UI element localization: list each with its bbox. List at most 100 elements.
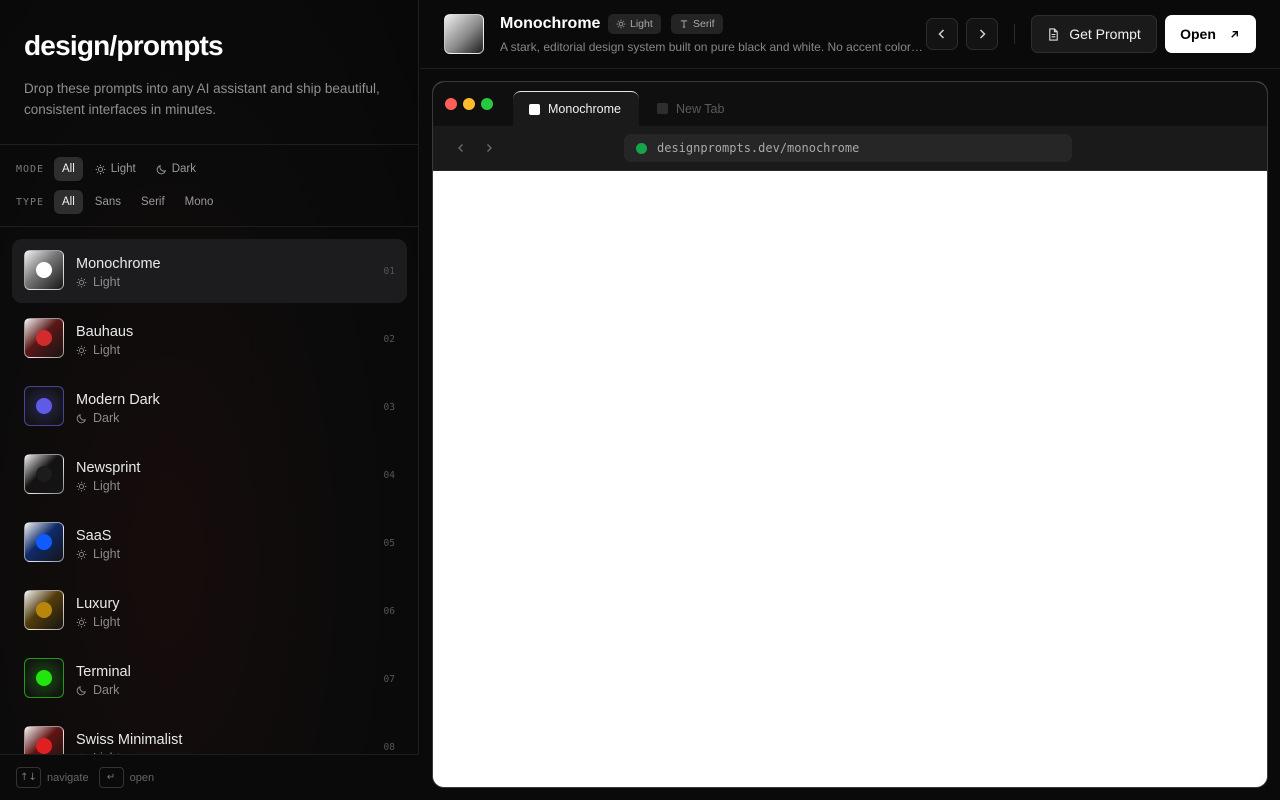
theme-mode: Dark bbox=[76, 683, 119, 697]
sun-icon bbox=[76, 549, 87, 559]
theme-list-item[interactable]: SaaS Light 05 bbox=[12, 511, 407, 575]
theme-mode: Light bbox=[76, 615, 120, 629]
theme-swatch bbox=[24, 590, 64, 630]
brand-title: design/prompts bbox=[24, 30, 224, 61]
theme-name: Swiss Minimalist bbox=[76, 732, 183, 748]
theme-list-item[interactable]: Bauhaus Light 02 bbox=[12, 307, 407, 371]
accent-dot bbox=[36, 262, 52, 278]
browser-back-button[interactable] bbox=[453, 140, 469, 156]
sun-icon bbox=[76, 617, 87, 627]
theme-swatch bbox=[444, 14, 484, 54]
theme-list-item[interactable]: Newsprint Light 04 bbox=[12, 443, 407, 507]
mode-filter: MODE All Light Dark bbox=[16, 157, 204, 181]
divider bbox=[0, 226, 419, 227]
accent-dot bbox=[36, 670, 52, 686]
theme-mode: Light bbox=[76, 343, 120, 357]
theme-number: 02 bbox=[383, 334, 395, 345]
get-prompt-button[interactable]: Get Prompt bbox=[1031, 15, 1157, 53]
type-chip-serif[interactable]: Serif bbox=[133, 190, 173, 214]
mode-chip-light[interactable]: Light bbox=[87, 157, 144, 181]
theme-swatch bbox=[24, 386, 64, 426]
chevron-left-icon bbox=[458, 144, 463, 152]
theme-description: A stark, editorial design system built o… bbox=[500, 40, 924, 54]
theme-name: Monochrome bbox=[76, 256, 161, 272]
theme-list-item[interactable]: Modern Dark Dark 03 bbox=[12, 375, 407, 439]
theme-number: 03 bbox=[383, 402, 395, 413]
theme-list-item[interactable]: Terminal Dark 07 bbox=[12, 647, 407, 711]
tab-favicon bbox=[657, 103, 668, 114]
chevron-right-icon bbox=[487, 144, 492, 152]
browser-preview: Monochrome New Tab designprompts.dev/mon… bbox=[432, 81, 1268, 788]
theme-mode: Light bbox=[76, 479, 120, 493]
minimize-window-button[interactable] bbox=[463, 98, 475, 110]
accent-dot bbox=[36, 398, 52, 414]
theme-name: Luxury bbox=[76, 596, 120, 612]
sun-icon bbox=[95, 164, 106, 174]
mode-badge: Light bbox=[608, 14, 661, 34]
theme-number: 05 bbox=[383, 538, 395, 549]
moon-icon bbox=[76, 685, 87, 695]
theme-swatch bbox=[24, 250, 64, 290]
theme-mode: Light bbox=[76, 547, 120, 561]
type-chip-mono[interactable]: Mono bbox=[177, 190, 222, 214]
theme-name: Terminal bbox=[76, 664, 131, 680]
theme-name: Bauhaus bbox=[76, 324, 134, 340]
next-theme-button[interactable] bbox=[966, 18, 998, 50]
type-filter: TYPE All Sans Serif Mono bbox=[16, 190, 221, 214]
theme-list-item[interactable]: Monochrome Light 01 bbox=[12, 239, 407, 303]
tab-monochrome[interactable]: Monochrome bbox=[513, 91, 639, 126]
moon-icon bbox=[76, 413, 87, 423]
theme-list: Monochrome Light 01 Bauhaus Light 02 Modern Da… bbox=[12, 239, 407, 754]
close-window-button[interactable] bbox=[445, 98, 457, 110]
theme-name: Newsprint bbox=[76, 460, 141, 476]
sidebar: design/prompts Drop these prompts into a… bbox=[0, 0, 419, 800]
arrow-up-right-icon bbox=[1231, 30, 1238, 38]
sun-icon bbox=[616, 19, 626, 29]
theme-mode: Dark bbox=[76, 411, 119, 425]
address-bar[interactable]: designprompts.dev/monochrome bbox=[624, 134, 1072, 162]
theme-swatch bbox=[24, 522, 64, 562]
page-viewport[interactable] bbox=[433, 171, 1267, 787]
type-filter-label: TYPE bbox=[16, 196, 45, 208]
browser-toolbar: designprompts.dev/monochrome bbox=[433, 126, 1267, 171]
accent-dot bbox=[36, 738, 52, 754]
theme-name: Modern Dark bbox=[76, 392, 160, 408]
divider bbox=[0, 144, 419, 145]
accent-dot bbox=[36, 330, 52, 346]
theme-number: 04 bbox=[383, 470, 395, 481]
sun-icon bbox=[76, 481, 87, 491]
url-text: designprompts.dev/monochrome bbox=[657, 141, 860, 155]
mode-chip-all[interactable]: All bbox=[54, 157, 83, 181]
moon-icon bbox=[156, 164, 166, 174]
mode-filter-label: MODE bbox=[16, 163, 45, 175]
sun-icon bbox=[76, 277, 87, 287]
accent-dot bbox=[36, 602, 52, 618]
theme-number: 08 bbox=[383, 742, 395, 753]
tab-strip: Monochrome New Tab bbox=[433, 82, 1267, 126]
sun-icon bbox=[76, 345, 87, 355]
theme-mode: Light bbox=[76, 275, 120, 289]
document-icon bbox=[1049, 27, 1058, 41]
theme-list-item[interactable]: Swiss MinimalistLight08 bbox=[12, 715, 407, 754]
chevron-right-icon bbox=[979, 29, 986, 39]
theme-swatch bbox=[24, 658, 64, 698]
accent-dot bbox=[36, 466, 52, 482]
keyboard-hints: ↑↓ navigate ↵ open bbox=[0, 754, 419, 800]
separator bbox=[1014, 24, 1015, 44]
open-button[interactable]: Open bbox=[1165, 15, 1256, 53]
previous-theme-button[interactable] bbox=[926, 18, 958, 50]
theme-title: Monochrome bbox=[500, 15, 601, 32]
browser-forward-button[interactable] bbox=[481, 140, 497, 156]
tab-new[interactable]: New Tab bbox=[641, 91, 741, 126]
theme-swatch bbox=[24, 454, 64, 494]
theme-list-item[interactable]: Luxury Light 06 bbox=[12, 579, 407, 643]
tagline: Drop these prompts into any AI assistant… bbox=[24, 81, 380, 117]
type-chip-all[interactable]: All bbox=[54, 190, 83, 214]
maximize-window-button[interactable] bbox=[481, 98, 493, 110]
mode-chip-dark[interactable]: Dark bbox=[148, 157, 204, 181]
type-chip-sans[interactable]: Sans bbox=[87, 190, 129, 214]
tab-favicon bbox=[529, 103, 540, 115]
enter-key-icon: ↵ bbox=[98, 767, 124, 788]
preview-header: Monochrome Light Serif A stark, editoria… bbox=[420, 0, 1280, 69]
font-badge: Serif bbox=[671, 14, 723, 34]
